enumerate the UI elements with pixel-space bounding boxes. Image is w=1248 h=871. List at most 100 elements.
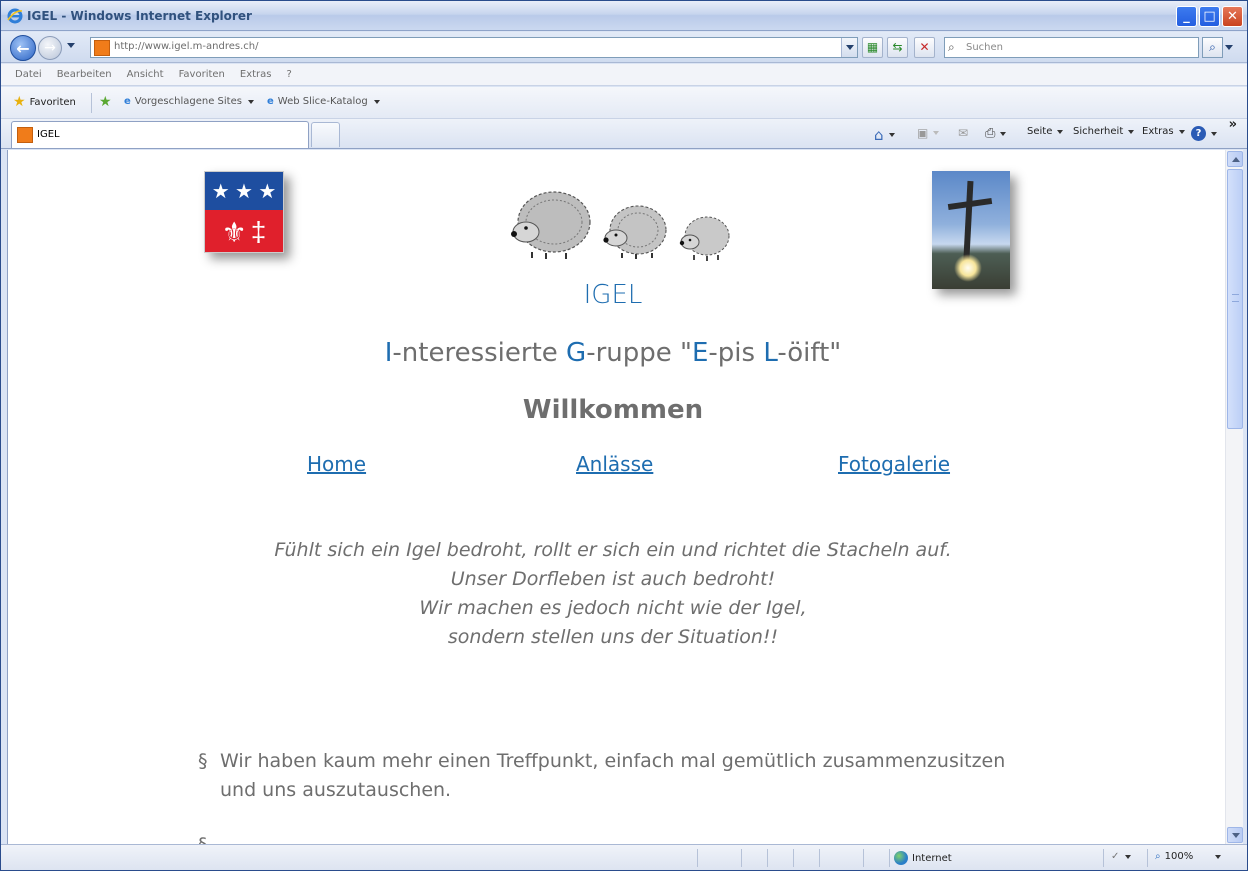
hedgehog-large-icon bbox=[511, 191, 591, 259]
web-slice-gallery-button[interactable]: e Web Slice-Katalog bbox=[267, 96, 380, 107]
title-bar: IGEL - Windows Internet Explorer _ □ ✕ bbox=[1, 1, 1247, 31]
status-bar: Internet ✓ ⌕ 100% bbox=[1, 844, 1247, 870]
recent-pages-dropdown[interactable] bbox=[67, 43, 75, 48]
refresh-button[interactable]: ⇆ bbox=[887, 37, 908, 58]
new-tab-button[interactable] bbox=[311, 122, 340, 147]
protected-mode-icon: ✓ bbox=[1111, 851, 1120, 862]
help-icon: ? bbox=[1191, 126, 1206, 141]
security-zone[interactable]: Internet bbox=[894, 851, 952, 865]
ie-page-icon: e bbox=[124, 96, 131, 107]
security-zone-label: Internet bbox=[912, 852, 952, 864]
site-title: IGEL bbox=[583, 280, 643, 310]
favorites-label: Favoriten bbox=[29, 96, 76, 108]
help-button[interactable]: ? bbox=[1191, 126, 1217, 141]
paragraph-line: Wir haben kaum mehr einen Treffpunkt, ei… bbox=[220, 750, 1006, 772]
add-to-favorites-bar-button[interactable]: ★ bbox=[99, 94, 112, 110]
star-icon: ★ bbox=[235, 180, 253, 203]
search-placeholder: Suchen bbox=[966, 42, 1004, 53]
globe-icon bbox=[894, 851, 908, 865]
quote-line: sondern stellen uns der Situation!! bbox=[447, 626, 779, 648]
menu-help[interactable]: ? bbox=[287, 69, 292, 80]
page-menu-label: Seite bbox=[1027, 126, 1053, 137]
vertical-scrollbar[interactable] bbox=[1225, 150, 1243, 844]
forward-button[interactable]: → bbox=[38, 36, 62, 60]
site-favicon-icon bbox=[17, 127, 33, 143]
chevron-down-icon bbox=[1215, 854, 1222, 859]
stop-icon: ✕ bbox=[919, 40, 930, 54]
window-title: IGEL - Windows Internet Explorer bbox=[27, 9, 252, 23]
tab-igel[interactable]: IGEL bbox=[11, 121, 309, 148]
read-mail-button[interactable]: ✉ bbox=[958, 126, 968, 140]
star-icon: ★ bbox=[211, 180, 230, 203]
url-text[interactable]: http://www.igel.m-andres.ch/ bbox=[114, 41, 258, 52]
print-button[interactable]: ⎙ bbox=[985, 126, 1007, 141]
quote-line: Unser Dorfleben ist auch bedroht! bbox=[450, 568, 776, 590]
fleur-de-lis-icon: ⚜ bbox=[221, 216, 247, 248]
menu-edit[interactable]: Bearbeiten bbox=[57, 69, 112, 80]
scroll-up-button[interactable] bbox=[1227, 151, 1243, 167]
suggested-sites-button[interactable]: e Vorgeschlagene Sites bbox=[124, 96, 254, 107]
page-viewport: ★ ★ ★ ⚜ ‡ IGEL I-nteressierte G-ruppe "E… bbox=[7, 150, 1225, 844]
quote-line: Fühlt sich ein Igel bedroht, rollt er si… bbox=[274, 539, 952, 561]
scroll-thumb[interactable] bbox=[1227, 169, 1243, 429]
add-favorite-icon: ★ bbox=[99, 94, 112, 110]
zoom-level-label: 100% bbox=[1164, 851, 1194, 862]
tools-menu-button[interactable]: Extras bbox=[1142, 126, 1185, 137]
compatibility-view-button[interactable]: ▦ bbox=[862, 37, 883, 58]
search-icon: ⌕ bbox=[1209, 40, 1216, 54]
close-button[interactable]: ✕ bbox=[1222, 6, 1243, 27]
paragraph-symbol: § bbox=[198, 834, 208, 844]
nav-link-home[interactable]: Home bbox=[307, 452, 366, 476]
menu-bar: Datei Bearbeiten Ansicht Favoriten Extra… bbox=[1, 64, 1247, 86]
web-slice-label: Web Slice-Katalog bbox=[277, 96, 368, 107]
menu-view[interactable]: Ansicht bbox=[127, 69, 164, 80]
mail-icon: ✉ bbox=[958, 126, 969, 140]
minimize-button[interactable]: _ bbox=[1176, 6, 1197, 27]
maximize-button[interactable]: □ bbox=[1199, 6, 1220, 27]
address-bar[interactable]: http://www.igel.m-andres.ch/ bbox=[90, 37, 858, 58]
toolbar-separator bbox=[91, 93, 92, 113]
more-commands-chevron-icon[interactable]: » bbox=[1229, 117, 1237, 132]
search-input[interactable]: ⌕ Suchen bbox=[944, 37, 1199, 58]
address-dropdown-button[interactable] bbox=[841, 38, 857, 57]
nav-link-gallery[interactable]: Fotogalerie bbox=[838, 452, 950, 476]
hedgehog-small-icon bbox=[679, 216, 730, 261]
tools-menu-label: Extras bbox=[1142, 126, 1174, 137]
tab-label: IGEL bbox=[37, 129, 60, 140]
coat-of-arms-image: ★ ★ ★ ⚜ ‡ bbox=[204, 171, 284, 253]
zoom-level-button[interactable]: ⌕ 100% bbox=[1155, 851, 1222, 862]
menu-file[interactable]: Datei bbox=[15, 69, 42, 80]
favorites-bar: ★ Favoriten ★ e Vorgeschlagene Sites e W… bbox=[1, 87, 1247, 119]
web-page: ★ ★ ★ ⚜ ‡ IGEL I-nteressierte G-ruppe "E… bbox=[8, 150, 1225, 844]
paragraph-meeting-point: § Wir haben kaum mehr einen Treffpunkt, e… bbox=[198, 747, 1048, 805]
page-menu-button[interactable]: Seite bbox=[1027, 126, 1064, 137]
site-subtitle: I-nteressierte G-ruppe "E-pis L-öift" bbox=[384, 338, 842, 368]
compatibility-icon: ▦ bbox=[866, 40, 879, 54]
menu-tools[interactable]: Extras bbox=[240, 69, 272, 80]
stop-button[interactable]: ✕ bbox=[914, 37, 935, 58]
forward-arrow-icon: → bbox=[44, 40, 56, 56]
chevron-down-icon bbox=[888, 133, 895, 137]
search-options-dropdown[interactable] bbox=[1225, 45, 1233, 50]
quote-line: Wir machen es jedoch nicht wie der Igel, bbox=[419, 597, 807, 619]
protected-mode-button[interactable]: ✓ bbox=[1111, 851, 1132, 862]
address-row: ← → http://www.igel.m-andres.ch/ ▦ ⇆ ✕ ⌕… bbox=[1, 32, 1247, 63]
browser-window: IGEL - Windows Internet Explorer _ □ ✕ ←… bbox=[0, 0, 1248, 871]
scroll-down-button[interactable] bbox=[1227, 827, 1243, 843]
double-cross-icon: ‡ bbox=[250, 216, 267, 247]
safety-menu-button[interactable]: Sicherheit bbox=[1073, 126, 1135, 137]
back-arrow-icon: ← bbox=[16, 38, 30, 58]
feeds-button[interactable]: ▣ bbox=[917, 126, 940, 140]
star-icon: ★ bbox=[13, 94, 26, 110]
menu-favorites[interactable]: Favoriten bbox=[179, 69, 225, 80]
search-button[interactable]: ⌕ bbox=[1202, 37, 1223, 58]
search-provider-icon: ⌕ bbox=[948, 40, 955, 54]
chevron-down-icon bbox=[1057, 129, 1064, 134]
welcome-heading: Willkommen bbox=[522, 395, 704, 425]
nav-link-events[interactable]: Anlässe bbox=[576, 452, 653, 476]
rss-feed-icon: ▣ bbox=[917, 126, 929, 140]
home-button[interactable]: ⌂ bbox=[874, 126, 895, 144]
back-button[interactable]: ← bbox=[10, 35, 36, 61]
paragraph-next-cutoff: § bbox=[198, 834, 1048, 844]
favorites-button[interactable]: ★ Favoriten bbox=[13, 94, 76, 110]
